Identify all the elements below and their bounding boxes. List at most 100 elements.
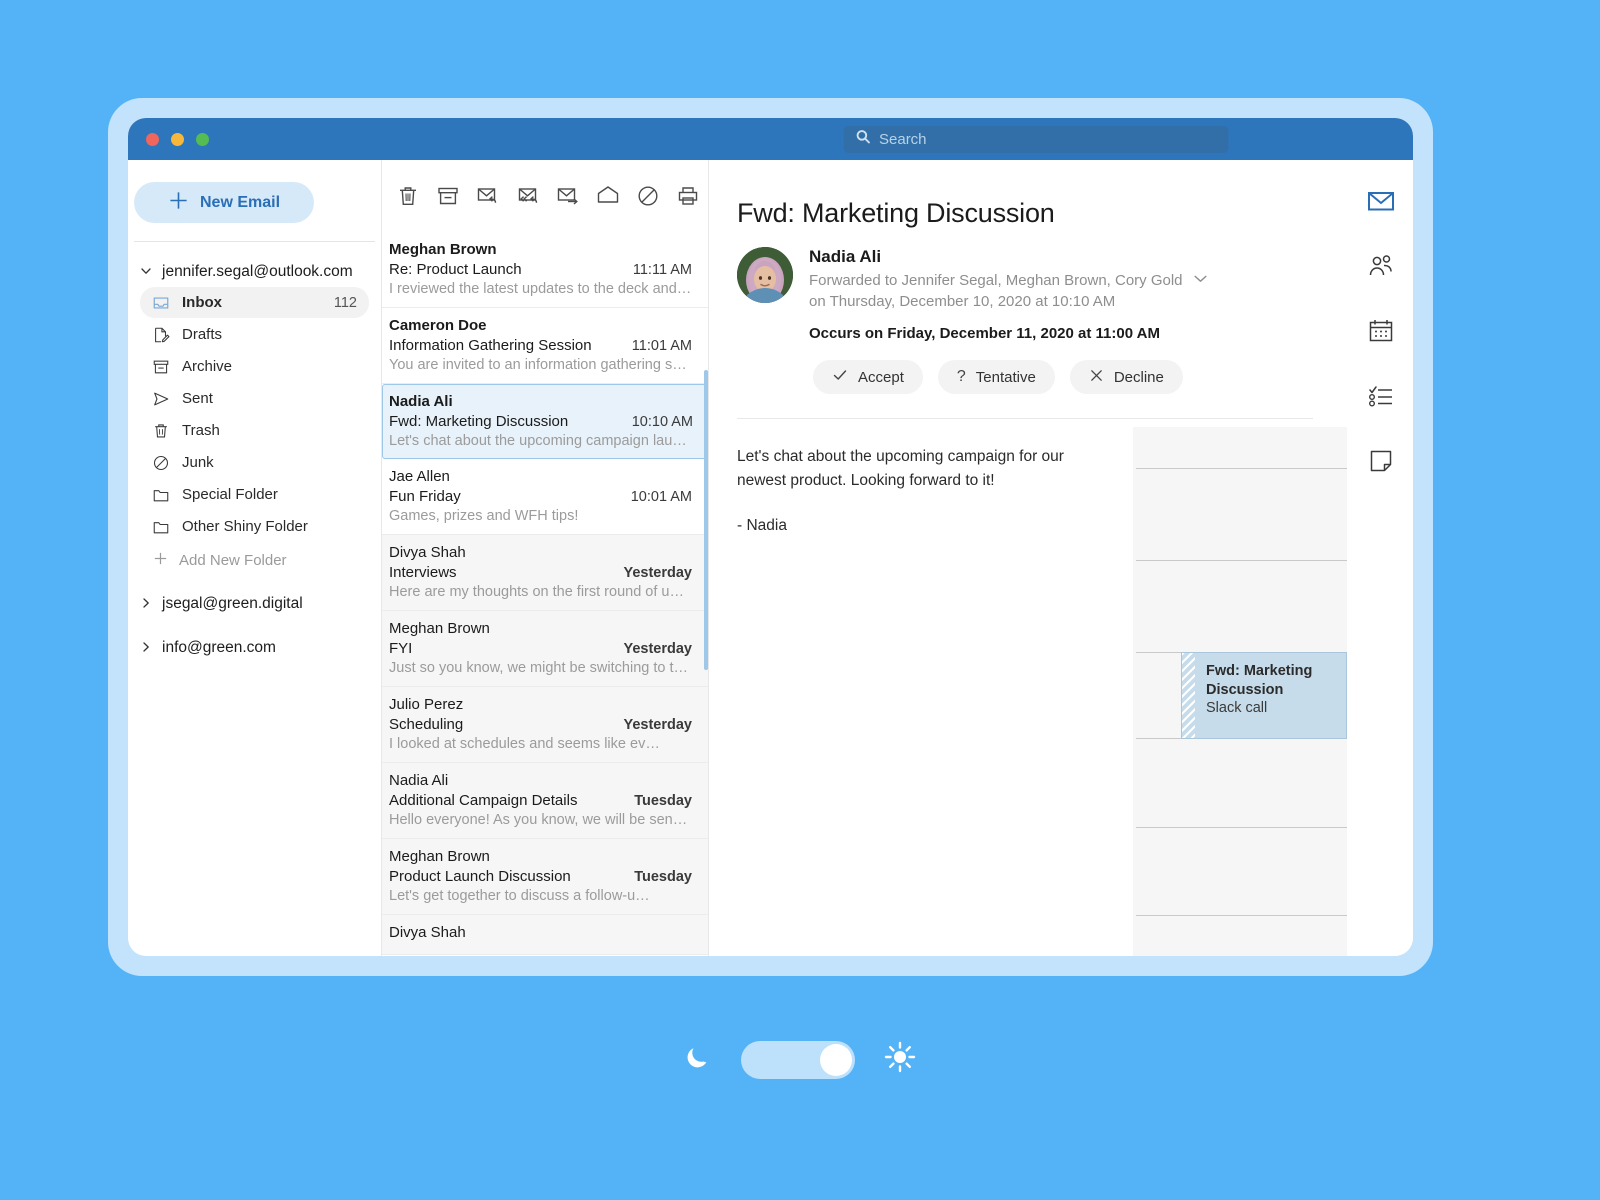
maximize-window-button[interactable] <box>196 132 209 146</box>
calendar-event[interactable]: Fwd: Marketing Discussion Slack call <box>1181 652 1347 739</box>
sidebar-item-other-shiny-folder[interactable]: Other Shiny Folder <box>140 511 369 542</box>
app-rail <box>1347 160 1413 956</box>
sun-icon[interactable] <box>883 1040 917 1079</box>
calendar-preview[interactable]: 9 AM 10 AM 11 AM <box>1133 427 1347 956</box>
list-item[interactable]: Meghan Brown FYI Yesterday Just so you k… <box>382 611 708 687</box>
forward-icon[interactable] <box>548 174 588 218</box>
message-signature: - Nadia <box>737 517 787 535</box>
search-input[interactable] <box>879 130 1216 148</box>
moon-icon[interactable] <box>683 1042 713 1077</box>
sidebar-item-label: Special Folder <box>182 486 278 503</box>
accept-button[interactable]: Accept <box>813 360 923 394</box>
sidebar-item-label: Archive <box>182 358 233 375</box>
mail-preview: You are invited to an information gather… <box>389 357 687 373</box>
tasks-icon[interactable] <box>1364 379 1398 413</box>
sidebar-item-junk[interactable]: Junk <box>140 447 369 478</box>
reading-pane: Fwd: Marketing Discussion Nadia Ali Forw… <box>708 160 1347 956</box>
close-window-button[interactable] <box>146 132 159 146</box>
list-item[interactable]: Meghan Brown Re: Product Launch 11:11 AM… <box>382 232 708 308</box>
account-header-green-digital[interactable]: jsegal@green.digital <box>134 589 375 619</box>
plus-icon <box>168 190 189 216</box>
list-item[interactable]: Meghan Brown Product Launch Discussion T… <box>382 839 708 915</box>
sidebar-item-label: Junk <box>182 454 214 471</box>
mail-list[interactable]: Meghan Brown Re: Product Launch 11:11 AM… <box>382 232 708 956</box>
sidebar-item-label: Sent <box>182 390 213 407</box>
mail-subject: Fun Friday <box>389 488 461 505</box>
sidebar-item-sent[interactable]: Sent <box>140 383 369 414</box>
sidebar-item-label: Drafts <box>182 326 223 343</box>
question-icon: ? <box>956 368 966 385</box>
print-icon[interactable] <box>668 174 708 218</box>
list-item[interactable]: Divya Shah <box>382 915 708 955</box>
chevron-down-icon[interactable] <box>1193 271 1208 290</box>
people-icon[interactable] <box>1364 249 1398 283</box>
list-item[interactable]: Jae Allen Fun Friday 10:01 AM Games, pri… <box>382 459 708 535</box>
inbox-count: 112 <box>333 294 357 311</box>
calendar-icon[interactable] <box>1364 314 1398 348</box>
sidebar-item-drafts[interactable]: Drafts <box>140 319 369 350</box>
theme-toggle-bar <box>0 1040 1600 1079</box>
mail-subject: Information Gathering Session <box>389 337 592 354</box>
app-stage: New Email jennifer.segal@outlook.com <box>0 0 1600 1200</box>
account-header-green-com[interactable]: info@green.com <box>134 633 375 663</box>
inbox-icon <box>152 294 170 312</box>
mail-time: 11:11 AM <box>632 262 692 278</box>
mail-subject: FYI <box>389 640 413 657</box>
reply-icon[interactable] <box>468 174 508 218</box>
mark-unread-icon[interactable] <box>588 174 628 218</box>
sent-icon <box>152 390 170 408</box>
theme-toggle-switch[interactable] <box>741 1040 855 1079</box>
sidebar-item-special-folder[interactable]: Special Folder <box>140 479 369 510</box>
page-title: Fwd: Marketing Discussion <box>737 198 1055 228</box>
mail-icon[interactable] <box>1364 184 1398 218</box>
mail-time: 10:01 AM <box>630 489 692 505</box>
notes-icon[interactable] <box>1364 444 1398 478</box>
decline-button[interactable]: Decline <box>1069 360 1183 394</box>
sidebar-item-label: Inbox <box>182 294 222 311</box>
account-email: info@green.com <box>162 639 276 656</box>
delete-icon[interactable] <box>388 174 428 218</box>
mail-subject: Additional Campaign Details <box>389 792 578 809</box>
event-subtitle: Slack call <box>1206 699 1268 716</box>
reply-all-icon[interactable] <box>508 174 548 218</box>
junk-icon <box>152 454 170 472</box>
list-item-selected[interactable]: Nadia Ali Fwd: Marketing Discussion 10:1… <box>382 384 708 459</box>
account-header-outlook[interactable]: jennifer.segal@outlook.com <box>134 258 375 286</box>
new-email-button[interactable]: New Email <box>134 182 314 223</box>
avatar <box>737 247 793 303</box>
list-item[interactable]: Cameron Doe Information Gathering Sessio… <box>382 308 708 384</box>
mail-sender: Julio Perez <box>389 696 464 713</box>
archive-icon[interactable] <box>428 174 468 218</box>
minimize-window-button[interactable] <box>171 132 184 146</box>
calendar-hour-line <box>1136 827 1347 828</box>
account-email: jsegal@green.digital <box>162 595 303 612</box>
tentative-button[interactable]: ? Tentative <box>937 360 1055 394</box>
sender-block: Nadia Ali Forwarded to Jennifer Segal, M… <box>737 247 1313 342</box>
account-email: jennifer.segal@outlook.com <box>162 263 353 280</box>
block-icon[interactable] <box>628 174 668 218</box>
sidebar-item-inbox[interactable]: Inbox 112 <box>140 287 369 318</box>
mail-time: Yesterday <box>623 641 692 657</box>
drafts-icon <box>152 326 170 344</box>
list-item[interactable]: Nadia Ali Additional Campaign Details Tu… <box>382 763 708 839</box>
chevron-down-icon <box>140 265 153 280</box>
event-title: Fwd: Marketing Discussion <box>1206 663 1313 698</box>
sidebar-item-archive[interactable]: Archive <box>140 351 369 382</box>
mail-subject: Fwd: Marketing Discussion <box>389 413 569 430</box>
mail-time: 10:10 AM <box>631 414 693 430</box>
plus-icon <box>153 551 168 570</box>
mail-list-scrollbar[interactable] <box>704 370 708 670</box>
toggle-knob[interactable] <box>820 1043 852 1076</box>
list-item[interactable]: Divya Shah Interviews Yesterday Here are… <box>382 535 708 611</box>
list-item[interactable]: Julio Perez Scheduling Yesterday I looke… <box>382 687 708 763</box>
search-bar[interactable] <box>843 125 1228 153</box>
sidebar-item-trash[interactable]: Trash <box>140 415 369 446</box>
calendar-hour-line <box>1136 915 1347 916</box>
mail-sender: Divya Shah <box>389 544 466 561</box>
calendar-hour-row: 9 AM <box>1133 468 1347 469</box>
add-new-folder-button[interactable]: Add New Folder <box>140 545 369 575</box>
mail-preview: I looked at schedules and seems like ev… <box>389 736 660 752</box>
event-hatch-stripe <box>1182 653 1195 738</box>
window-controls <box>146 132 209 146</box>
message-body: Let's chat about the upcoming campaign f… <box>709 419 1133 956</box>
